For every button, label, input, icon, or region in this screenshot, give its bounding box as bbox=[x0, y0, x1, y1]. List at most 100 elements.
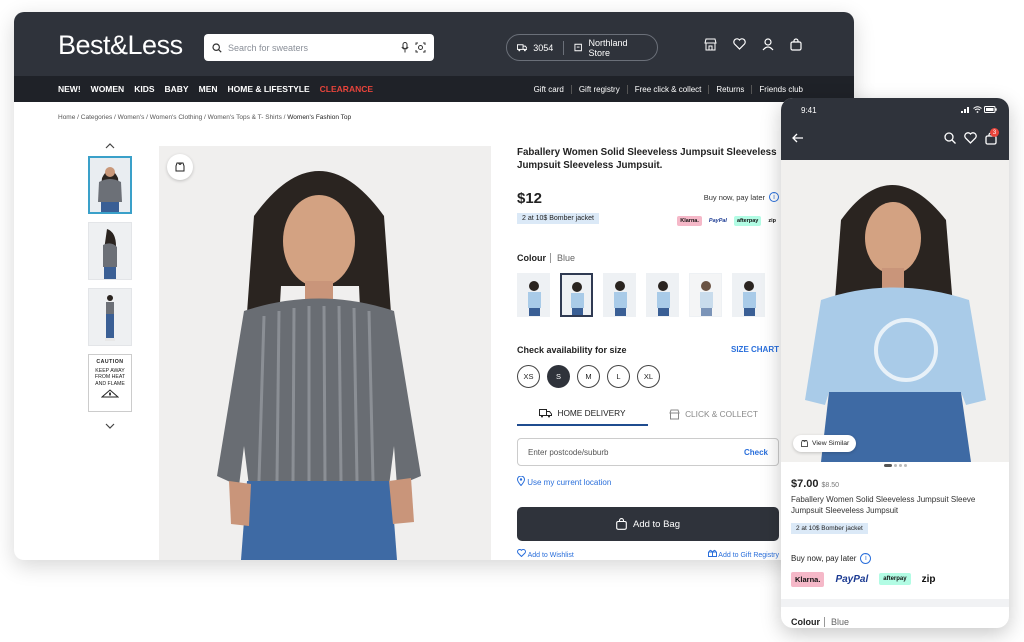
caution-title: CAUTION bbox=[96, 359, 124, 365]
microphone-icon[interactable] bbox=[401, 42, 409, 53]
colour-swatch[interactable] bbox=[517, 273, 550, 318]
location-pin-icon bbox=[516, 475, 526, 487]
tab-home-delivery[interactable]: HOME DELIVERY bbox=[517, 408, 648, 427]
heart-icon bbox=[517, 549, 526, 558]
mobile-price-row: $7.00 $8.50 bbox=[791, 478, 999, 490]
search-input[interactable]: Search for sweaters bbox=[228, 43, 395, 53]
truck-icon bbox=[539, 408, 553, 418]
bnpl-label: Buy now, pay later bbox=[703, 192, 765, 202]
wishlist-row: Add to Wishlist Add to Gift Registry bbox=[517, 549, 779, 559]
size-option-xl[interactable]: XL bbox=[637, 365, 660, 389]
user-icon[interactable] bbox=[762, 38, 774, 51]
mobile-was-price: $8.50 bbox=[821, 482, 840, 489]
nav-gift-card[interactable]: Gift card bbox=[527, 85, 571, 94]
tab-click-collect[interactable]: CLICK & COLLECT bbox=[648, 408, 779, 426]
store-icon[interactable] bbox=[704, 38, 717, 51]
status-icons bbox=[961, 106, 997, 115]
search-icon[interactable] bbox=[944, 132, 956, 144]
status-time: 9:41 bbox=[801, 106, 817, 115]
view-similar-button[interactable]: View Similar bbox=[793, 435, 857, 452]
nav-item-home-lifestyle[interactable]: HOME & LIFESTYLE bbox=[228, 84, 310, 94]
care-label-thumbnail[interactable]: CAUTION KEEP AWAY FROM HEAT AND FLAME bbox=[88, 354, 132, 412]
mobile-colour-label: Colour bbox=[791, 616, 820, 627]
use-location-link[interactable]: Use my current location bbox=[516, 475, 779, 488]
search-icon bbox=[212, 42, 222, 53]
nav-click-collect[interactable]: Free click & collect bbox=[626, 84, 709, 94]
colour-swatch[interactable] bbox=[646, 273, 679, 318]
nav-item-baby[interactable]: BABY bbox=[165, 84, 189, 94]
chevron-up-icon[interactable] bbox=[88, 140, 132, 156]
check-button[interactable]: Check bbox=[744, 448, 768, 457]
mobile-product-image[interactable]: View Similar bbox=[781, 160, 1009, 462]
size-option-xs[interactable]: XS bbox=[517, 365, 540, 389]
nav-returns[interactable]: Returns bbox=[708, 84, 751, 94]
nav-item-kids[interactable]: KIDS bbox=[134, 84, 154, 94]
size-option-s[interactable]: S bbox=[547, 365, 570, 389]
thumbnail-3[interactable] bbox=[88, 288, 132, 346]
site-header: Best&Less Search for sweaters 3054 North… bbox=[14, 12, 854, 76]
klarna-logo: Klarna. bbox=[791, 571, 825, 587]
size-row: Check availability for size SIZE CHART bbox=[517, 345, 779, 355]
heart-icon[interactable] bbox=[964, 132, 977, 144]
size-option-m[interactable]: M bbox=[577, 365, 600, 389]
product-title: Faballery Women Solid Sleeveless Jumpsui… bbox=[517, 147, 777, 172]
caution-text: KEEP AWAY FROM HEAT AND FLAME bbox=[94, 367, 126, 387]
colour-label: Colour bbox=[517, 253, 546, 264]
store-selector[interactable]: 3054 Northland Store bbox=[506, 34, 658, 61]
section-divider bbox=[781, 598, 1009, 607]
breadcrumb-trail[interactable]: Home / Categories / Women's / Women's Cl… bbox=[58, 114, 287, 121]
postcode-input[interactable]: Enter postcode/suburb bbox=[528, 448, 609, 457]
size-options: XS S M L XL bbox=[517, 365, 779, 389]
nav-item-clearance[interactable]: CLEARANCE bbox=[320, 84, 373, 94]
afterpay-logo: afterpay bbox=[879, 573, 911, 586]
size-option-l[interactable]: L bbox=[607, 365, 630, 389]
nav-item-new[interactable]: NEW! bbox=[58, 84, 81, 94]
info-icon[interactable]: i bbox=[769, 192, 779, 202]
chevron-down-icon[interactable] bbox=[88, 420, 132, 436]
divider bbox=[563, 40, 565, 55]
colour-swatch-selected[interactable] bbox=[560, 273, 593, 318]
colour-swatch[interactable] bbox=[732, 273, 765, 318]
desktop-window: Best&Less Search for sweaters 3054 North… bbox=[14, 12, 854, 560]
truck-icon bbox=[517, 43, 528, 51]
mobile-bnpl-label: Buy now, pay later bbox=[791, 553, 857, 563]
nav-friends-club[interactable]: Friends club bbox=[751, 84, 810, 94]
postcode-value: 3054 bbox=[533, 42, 554, 53]
info-icon[interactable]: i bbox=[860, 552, 872, 564]
product-info-panel: Faballery Women Solid Sleeveless Jumpsui… bbox=[516, 146, 779, 559]
bag-icon[interactable] bbox=[790, 38, 802, 51]
mobile-promo-badge: 2 at 10$ Bomber jacket bbox=[791, 522, 868, 534]
nav-item-men[interactable]: MEN bbox=[199, 84, 218, 94]
zip-logo: zip bbox=[921, 573, 936, 585]
camera-search-icon[interactable] bbox=[415, 42, 426, 53]
payment-logos: Klarna. PayPal afterpay zip bbox=[677, 216, 779, 226]
add-to-bag-button[interactable]: Add to Bag bbox=[517, 507, 779, 542]
view-similar-label: View Similar bbox=[812, 440, 850, 447]
add-to-registry-label: Add to Gift Registry bbox=[718, 552, 779, 560]
breadcrumb: Home / Categories / Women's / Women's Cl… bbox=[58, 114, 351, 121]
zip-logo: zip bbox=[768, 218, 776, 224]
main-nav: NEW! WOMEN KIDS BABY MEN HOME & LIFESTYL… bbox=[14, 76, 854, 102]
postcode-field[interactable]: Enter postcode/suburb Check bbox=[517, 438, 779, 467]
thumbnail-1[interactable] bbox=[88, 156, 132, 214]
view-similar-button[interactable] bbox=[167, 154, 193, 180]
promo-badge: 2 at 10$ Bomber jacket bbox=[517, 213, 599, 225]
thumbnail-2[interactable] bbox=[88, 222, 132, 280]
flame-warning-icon bbox=[100, 389, 120, 398]
size-chart-link[interactable]: SIZE CHART bbox=[731, 345, 779, 355]
heart-icon[interactable] bbox=[733, 38, 746, 50]
breadcrumb-current: Women's Fashion Top bbox=[287, 114, 352, 121]
back-arrow-icon[interactable] bbox=[792, 132, 804, 146]
bag-icon bbox=[616, 518, 627, 531]
product-main-image[interactable] bbox=[159, 146, 491, 560]
colour-swatch[interactable] bbox=[603, 273, 636, 318]
colour-swatch[interactable] bbox=[689, 273, 722, 318]
store-icon bbox=[669, 409, 680, 420]
nav-item-women[interactable]: WOMEN bbox=[91, 84, 125, 94]
search-bar[interactable]: Search for sweaters bbox=[204, 34, 434, 61]
use-location-label: Use my current location bbox=[527, 478, 612, 488]
nav-gift-registry[interactable]: Gift registry bbox=[570, 84, 627, 94]
brand-logo[interactable]: Best&Less bbox=[58, 30, 183, 61]
add-to-registry-link[interactable]: Add to Gift Registry bbox=[707, 549, 779, 560]
add-to-wishlist-link[interactable]: Add to Wishlist bbox=[517, 549, 574, 559]
